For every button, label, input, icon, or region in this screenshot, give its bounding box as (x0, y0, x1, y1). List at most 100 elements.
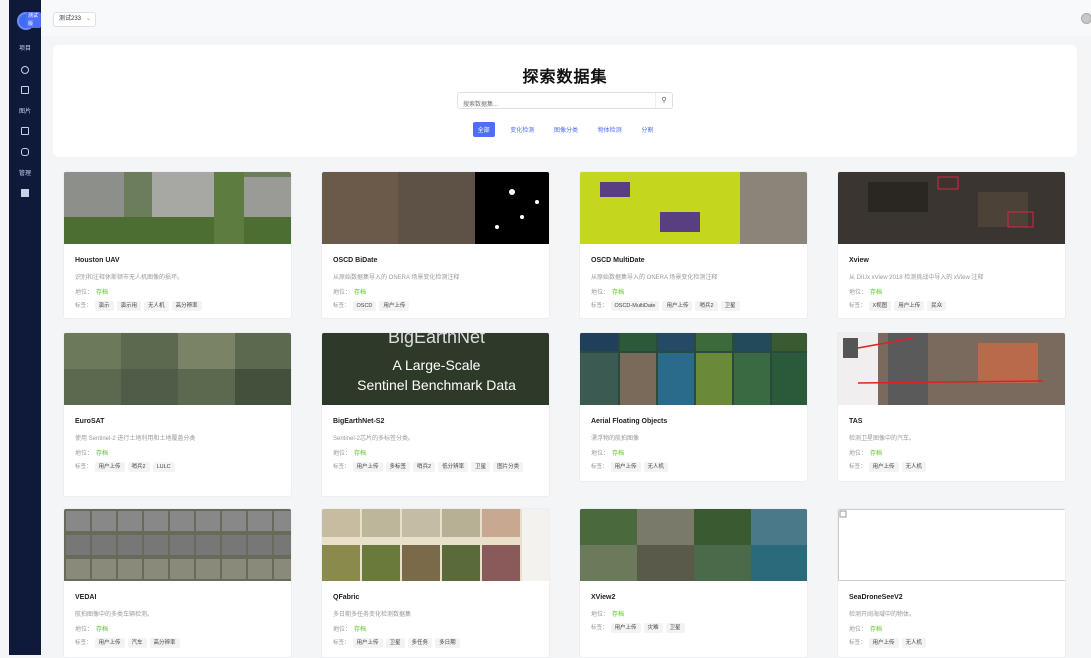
tag-chip[interactable]: 无人机 (643, 462, 669, 472)
avatar[interactable] (1081, 13, 1091, 24)
tags-label: 标签： (849, 640, 866, 646)
grid-icon[interactable] (21, 189, 29, 197)
tag-chip[interactable]: 用户上传 (662, 301, 693, 311)
tag-chip[interactable]: 哨兵2 (695, 301, 718, 311)
dataset-status: 地位： 存档 (75, 287, 108, 296)
tag-chip[interactable]: OSCD-MultiDate (610, 301, 660, 311)
filter-image-classification[interactable]: 图像分类 (550, 123, 582, 136)
dataset-thumbnail[interactable] (580, 172, 807, 244)
tag-chip[interactable]: 演示用 (116, 301, 142, 311)
dataset-card[interactable]: OSCD MultiDate 从原始数据集导入的 ONERA 场景变化检测注释 地位… (579, 171, 808, 319)
dataset-card[interactable]: BigEarthNet A Large-Scale Sentinel Benchma… (321, 332, 550, 497)
dataset-title[interactable]: XView2 (591, 594, 615, 601)
tag-chip[interactable]: 哨兵2 (413, 462, 436, 472)
lock-icon[interactable] (21, 148, 29, 156)
hero-panel: 探索数据集 ⚲ 全部 变化检测 图像分类 物体检测 分割 (53, 45, 1077, 157)
tag-chip[interactable]: 多日期 (435, 638, 460, 648)
tag-chip[interactable]: 卫星 (665, 623, 685, 633)
tag-chip[interactable]: 用户上传 (94, 638, 125, 648)
compass-icon[interactable] (21, 66, 29, 74)
tag-chip[interactable]: 卫星 (471, 462, 491, 472)
tag-chip[interactable]: 演示 (94, 301, 114, 311)
dataset-card[interactable]: EuroSAT 使用 Sentinel-2 进行土地利用和土地覆盖分类 地位： 存档标… (63, 332, 292, 497)
folder-icon[interactable] (21, 86, 29, 94)
dataset-card[interactable]: Houston UAV 识别和注释休斯顿市无人机图像的损坏。 地位： 存档 标签： 演示演… (63, 171, 292, 319)
tag-chip[interactable]: 灾难 (643, 623, 663, 633)
dataset-title[interactable]: EuroSAT (75, 418, 104, 425)
thumb-title: BigEarthNet (387, 333, 486, 347)
dataset-thumbnail[interactable] (838, 333, 1065, 405)
tag-chip[interactable]: 汽车 (127, 638, 147, 648)
dataset-card[interactable]: Xview 从 DIUx xView 2018 检测挑战中导入的 xView 注释… (837, 171, 1066, 319)
dataset-thumbnail[interactable] (838, 172, 1065, 244)
dataset-card[interactable]: TAS 检测卫星图像中的汽车。 地位： 存档 标签： 用户上传 无人机 (837, 332, 1066, 482)
dataset-description: 多日期多任务变化检测数据集 (333, 612, 412, 618)
picture-icon[interactable] (21, 127, 29, 135)
tag-chip[interactable]: 高分辨率 (149, 638, 180, 648)
filter-change-detection[interactable]: 变化检测 (506, 123, 538, 136)
search-input[interactable] (463, 97, 643, 113)
tag-chip[interactable]: LULC (152, 462, 175, 472)
tag-chip[interactable]: 高分辨率 (171, 301, 202, 311)
tag-chip[interactable]: 用户上传 (352, 638, 383, 648)
dataset-tags: 标签： 用户上传 无人机 (849, 637, 1059, 650)
dataset-card[interactable]: VEDAI 航拍图像中的多类车辆检测。 地位： 存档 标签： 用户上传 汽车 高分辨率 (63, 508, 292, 658)
tag-chip[interactable]: 用户上传 (868, 462, 899, 472)
tag-chip[interactable]: 哨兵2 (127, 462, 150, 472)
tag-chip[interactable]: 用户上传 (894, 301, 925, 311)
dataset-thumbnail[interactable] (64, 509, 291, 581)
dataset-title[interactable]: OSCD MultiDate (591, 257, 645, 264)
tag-chip[interactable]: 用户上传 (610, 623, 641, 633)
tag-chip[interactable]: 卫星 (385, 638, 405, 648)
dataset-thumbnail[interactable] (64, 172, 291, 244)
tag-chip[interactable]: 用户上传 (352, 462, 383, 472)
dataset-card[interactable]: OSCD BiDate 从原始数据集导入的 ONERA 场景变化检测注释 地位： 存档… (321, 171, 550, 319)
dataset-thumbnail[interactable] (838, 509, 1065, 581)
dataset-card[interactable]: SeaDroneSeeV2 检测开阔海域中的物体。 地位： 存档 标签： 用户上传 无人机 (837, 508, 1066, 658)
tag-chip[interactable]: 用户上传 (868, 638, 899, 648)
tag-chip[interactable]: 卫星 (720, 301, 740, 311)
tag-chip[interactable]: 民众 (927, 301, 947, 311)
dataset-title[interactable]: OSCD BiDate (333, 257, 377, 264)
tag-chip[interactable]: 用户上传 (94, 462, 125, 472)
dataset-title[interactable]: Aerial Floating Objects (591, 418, 667, 425)
dataset-thumbnail[interactable] (580, 509, 807, 581)
tag-chip[interactable]: 用户上传 (379, 301, 410, 311)
tag-chip[interactable]: 图片分类 (493, 462, 524, 472)
tag-chip[interactable]: 多标签 (385, 462, 411, 472)
tag-chip[interactable]: 低分辨率 (438, 462, 469, 472)
dataset-title[interactable]: QFabric (333, 594, 359, 601)
filter-object-detection[interactable]: 物体检测 (594, 123, 626, 136)
dataset-status: 地位： 存档 (333, 448, 366, 457)
sidebar-item-images[interactable]: 图片 (9, 107, 41, 117)
dataset-thumbnail[interactable] (322, 509, 549, 581)
tag-chip[interactable]: 用户上传 (610, 462, 641, 472)
dataset-title[interactable]: BigEarthNet-S2 (333, 418, 384, 425)
dataset-thumbnail[interactable] (64, 333, 291, 405)
tag-chip[interactable]: 无人机 (901, 638, 927, 648)
dataset-thumbnail[interactable] (580, 333, 807, 405)
tag-chip[interactable]: 无人机 (144, 301, 169, 311)
tag-chip[interactable]: 无人机 (901, 462, 927, 472)
dataset-title[interactable]: SeaDroneSeeV2 (849, 594, 903, 601)
sidebar-item-manage[interactable]: 管理 (9, 169, 41, 179)
dataset-title[interactable]: Houston UAV (75, 257, 120, 264)
project-select[interactable]: 测试233 ⌄ (53, 12, 97, 27)
dataset-card[interactable]: Aerial Floating Objects 漂浮物的航拍图像 地位： 存档 标签：用… (579, 332, 808, 482)
status-badge: 存档 (870, 451, 883, 457)
dataset-card[interactable]: QFabric 多日期多任务变化检测数据集 地位： 存档 标签： 用户上传 卫星 多任务 多日期 (321, 508, 550, 658)
tag-chip[interactable]: 多任务 (407, 638, 433, 648)
dataset-thumbnail[interactable]: BigEarthNet A Large-Scale Sentinel Benchma… (322, 333, 549, 405)
dataset-card[interactable]: XView2 地位： 存档 标签： 用户上传 灾难 卫星 (579, 508, 808, 658)
tag-chip[interactable]: OSCD (352, 301, 377, 311)
search-icon[interactable]: ⚲ (655, 93, 672, 108)
dataset-title[interactable]: TAS (849, 418, 862, 425)
sidebar-item-projects[interactable]: 项目 (9, 44, 41, 54)
dataset-title[interactable]: Xview (849, 257, 869, 264)
dataset-title[interactable]: VEDAI (75, 594, 96, 601)
tag-chip[interactable]: X视图 (868, 301, 892, 311)
filter-all[interactable]: 全部 (472, 122, 495, 137)
status-label: 地位： (591, 612, 610, 618)
dataset-thumbnail[interactable] (322, 172, 549, 244)
filter-segmentation[interactable]: 分割 (637, 123, 657, 136)
